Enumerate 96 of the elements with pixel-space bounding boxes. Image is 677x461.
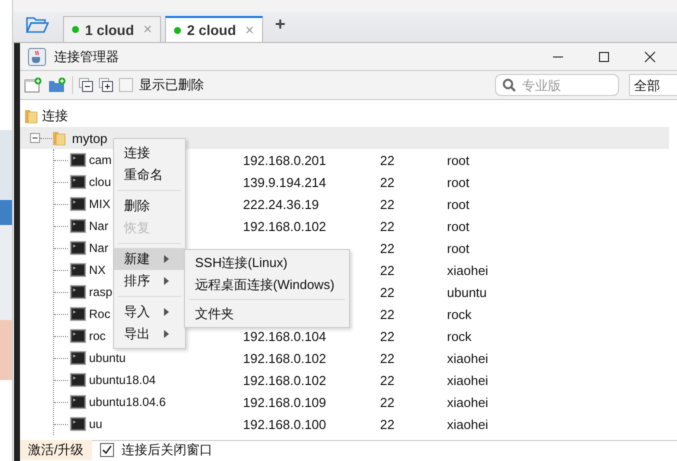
host-name: clou [89, 175, 112, 189]
menu-item[interactable]: 文件夹 [185, 303, 349, 325]
host-name: NX [89, 263, 106, 277]
menu-item[interactable]: 远程桌面连接(Windows) [185, 274, 349, 296]
host-name: ubuntu18.04 [89, 373, 156, 387]
terminal-icon [70, 417, 86, 431]
ip-address: 192.168.0.102 [243, 372, 326, 388]
checkbox[interactable] [100, 443, 114, 457]
terminal-icon [70, 219, 86, 233]
host-name: Nar [89, 241, 108, 255]
port: 22 [380, 394, 396, 410]
host-name: Nar [89, 219, 108, 233]
window-title: 连接管理器 [54, 48, 119, 66]
host-name: roc [89, 329, 106, 343]
terminal-icon [70, 263, 86, 277]
menu-item[interactable]: 排序 [114, 270, 185, 292]
terminal-icon [70, 285, 86, 299]
port: 22 [380, 416, 396, 432]
port: 22 [380, 262, 396, 278]
tab-label: 1 cloud [85, 22, 136, 38]
terminal-icon [70, 307, 86, 321]
new-tab-button[interactable]: + [275, 14, 286, 34]
host-name: rasp [89, 285, 112, 299]
menu-item[interactable]: 新建 [114, 248, 185, 270]
menu-item[interactable]: 重命名 [114, 164, 185, 186]
tree-item[interactable]: 连接 [42, 107, 68, 125]
cup-icon [28, 48, 46, 66]
menu-item[interactable]: 导出 [114, 323, 185, 345]
tab-label: 2 cloud [187, 22, 238, 38]
folder-icon[interactable] [25, 15, 49, 35]
ip-address: 192.168.0.109 [243, 394, 326, 410]
tab[interactable]: 2 cloud × [165, 16, 263, 42]
collapse-icon[interactable] [79, 78, 93, 92]
terminal-icon [70, 241, 86, 255]
host-name: ubuntu18.04.6 [89, 395, 166, 409]
port: 22 [380, 218, 396, 234]
maximize-icon[interactable] [598, 50, 610, 62]
username: xiaohei [447, 350, 488, 366]
username: root [447, 152, 470, 168]
username: xiaohei [447, 372, 488, 388]
checkbox-label: 显示已删除 [139, 76, 204, 94]
terminal-icon [70, 395, 86, 409]
username: rock [447, 328, 472, 344]
terminal-icon [70, 329, 86, 343]
host-name: Roc [89, 307, 110, 321]
menu-item[interactable]: SSH连接(Linux) [185, 252, 349, 274]
checkbox-label: 连接后关闭窗口 [122, 441, 213, 459]
ip-address: 222.24.36.19 [243, 196, 319, 212]
username: xiaohei [447, 394, 488, 410]
search-field[interactable]: 专业版 [495, 74, 619, 96]
ip-address: 192.168.0.102 [243, 218, 326, 234]
new-folder-icon[interactable] [48, 77, 66, 93]
tab[interactable]: 1 cloud × [63, 16, 161, 42]
terminal-icon [70, 351, 86, 365]
username: root [447, 218, 470, 234]
tree-item-label: mytop [72, 130, 108, 146]
username: xiaohei [447, 262, 488, 278]
host-name: cam [89, 153, 112, 167]
username: root [447, 240, 470, 256]
port: 22 [380, 174, 396, 190]
folder-icon [24, 108, 38, 124]
ip-address: 192.168.0.100 [243, 416, 326, 432]
host-name: MIX [89, 197, 110, 211]
folder-icon [52, 130, 66, 146]
activate-button[interactable]: 激活/升级 [20, 440, 92, 460]
terminal-icon [70, 197, 86, 211]
port: 22 [380, 306, 396, 322]
host-name: ubuntu [89, 351, 126, 365]
port: 22 [380, 152, 396, 168]
username: root [447, 174, 470, 190]
terminal-icon [70, 175, 86, 189]
port: 22 [380, 284, 396, 300]
menu-item[interactable]: 删除 [114, 195, 185, 217]
collapse-toggle-icon[interactable] [30, 133, 40, 143]
ip-address: 192.168.0.104 [243, 328, 326, 344]
ip-address: 192.168.0.201 [243, 152, 326, 168]
username: xiaohei [447, 416, 488, 432]
expand-icon[interactable] [99, 78, 113, 92]
menu-item[interactable]: 导入 [114, 301, 185, 323]
filter-dropdown[interactable]: 全部 [629, 74, 677, 96]
username: ubuntu [447, 284, 487, 300]
username: root [447, 196, 470, 212]
port: 22 [380, 372, 396, 388]
host-name: uu [89, 417, 102, 431]
port: 22 [380, 240, 396, 256]
terminal-icon [70, 373, 86, 387]
new-window-icon[interactable] [24, 77, 42, 93]
ip-address: 139.9.194.214 [243, 174, 326, 190]
username: rock [447, 306, 472, 322]
port: 22 [380, 328, 396, 344]
close-icon[interactable] [644, 50, 656, 62]
port: 22 [380, 196, 396, 212]
checkbox[interactable] [119, 78, 133, 92]
port: 22 [380, 350, 396, 366]
ip-address: 192.168.0.102 [243, 350, 326, 366]
terminal-icon [70, 153, 86, 167]
